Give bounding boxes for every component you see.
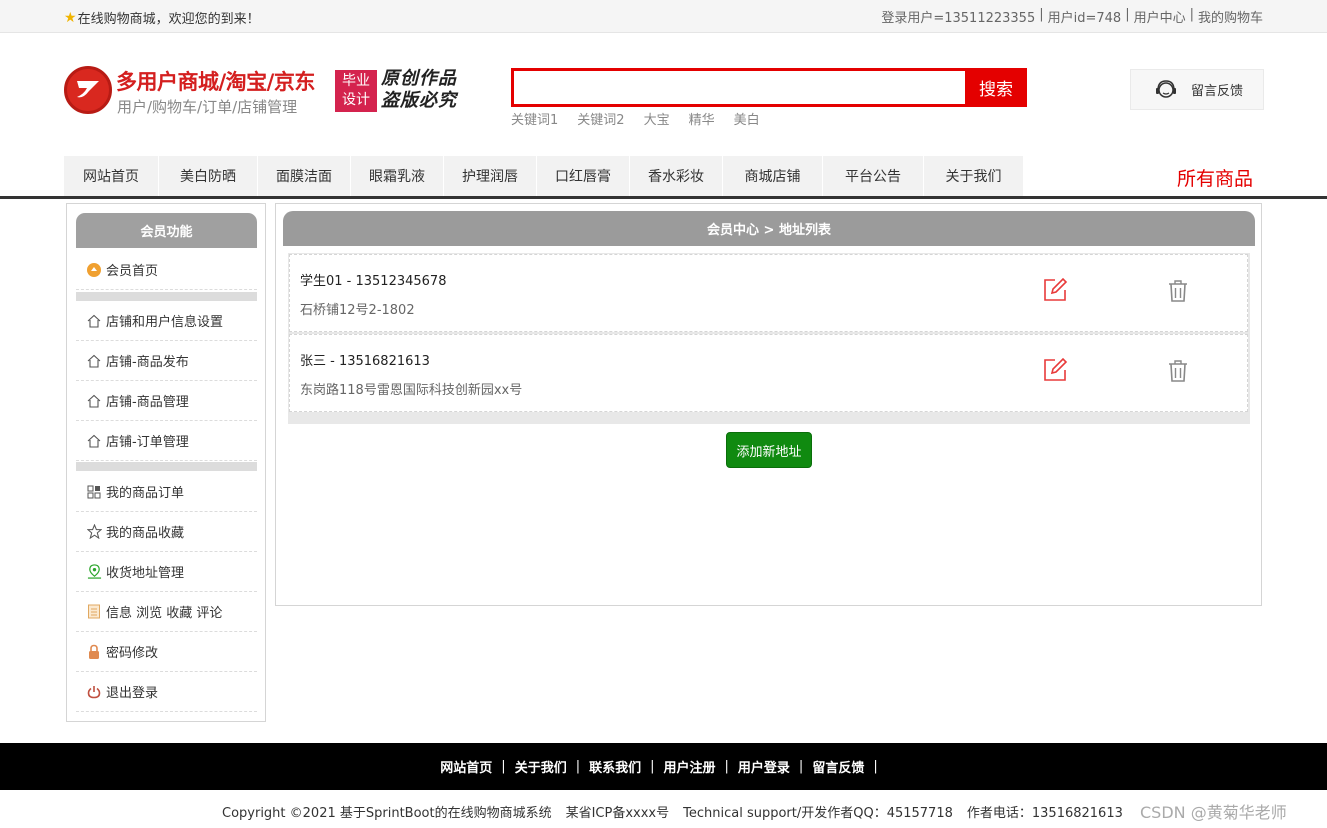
keyword-link[interactable]: 美白 bbox=[734, 109, 760, 128]
lock-icon bbox=[86, 644, 102, 660]
power-icon bbox=[86, 684, 102, 700]
sidebar-item-change-password[interactable]: 密码修改 bbox=[76, 632, 257, 672]
customer-service-icon bbox=[1156, 79, 1176, 98]
nav-perfume[interactable]: 香水彩妆 bbox=[630, 156, 723, 196]
home-outline-icon bbox=[86, 393, 102, 409]
sidebar-item-member-home[interactable]: 会员首页 bbox=[76, 250, 257, 290]
sidebar-item-my-orders[interactable]: 我的商品订单 bbox=[76, 472, 257, 512]
delete-icon[interactable] bbox=[1167, 279, 1189, 303]
nav-about[interactable]: 关于我们 bbox=[924, 156, 1024, 196]
sidebar-title: 会员功能 bbox=[76, 213, 257, 248]
nav-lipstick[interactable]: 口红唇膏 bbox=[537, 156, 630, 196]
home-outline-icon bbox=[86, 433, 102, 449]
feedback-button[interactable]: 留言反馈 bbox=[1130, 69, 1264, 110]
nav-home[interactable]: 网站首页 bbox=[64, 156, 159, 196]
sidebar-item-address-manage[interactable]: 收货地址管理 bbox=[76, 552, 257, 592]
member-home-icon bbox=[86, 262, 102, 278]
login-user-link[interactable]: 登录用户=13511223355 bbox=[881, 7, 1035, 26]
location-icon bbox=[86, 564, 102, 580]
sidebar-item-manage-goods[interactable]: 店铺-商品管理 bbox=[76, 381, 257, 421]
search-box bbox=[511, 68, 965, 107]
user-center-link[interactable]: 用户中心 bbox=[1134, 7, 1186, 26]
sidebar-item-logout[interactable]: 退出登录 bbox=[76, 672, 257, 712]
address-detail: 石桥铺12号2-1802 bbox=[300, 303, 415, 318]
footer-link-register[interactable]: 用户注册 bbox=[664, 757, 716, 776]
welcome-text: ★ 在线购物商城，欢迎您的到来！ bbox=[64, 9, 260, 28]
sidebar-item-manage-orders[interactable]: 店铺-订单管理 bbox=[76, 421, 257, 461]
footer-link-about[interactable]: 关于我们 bbox=[515, 757, 567, 776]
hot-keywords: 关键词1 关键词2 大宝 精华 美白 bbox=[511, 109, 760, 128]
csdn-watermark: CSDN @黄菊华老师 bbox=[1140, 803, 1287, 822]
original-work-calligraphy: 原创作品 盗版必究 bbox=[381, 68, 457, 111]
logo-icon[interactable] bbox=[64, 66, 112, 114]
star-icon bbox=[86, 524, 102, 540]
footer-link-login[interactable]: 用户登录 bbox=[738, 757, 790, 776]
footer-link-feedback[interactable]: 留言反馈 bbox=[812, 757, 864, 776]
search-input[interactable] bbox=[514, 71, 965, 104]
search-button[interactable]: 搜索 bbox=[965, 68, 1027, 107]
home-outline-icon bbox=[86, 313, 102, 329]
top-links: 登录用户=13511223355 | 用户id=748 | 用户中心 | 我的购物车 bbox=[881, 7, 1263, 26]
site-title[interactable]: 多用户商城/淘宝/京东 bbox=[116, 66, 315, 96]
keyword-link[interactable]: 关键词2 bbox=[577, 109, 624, 128]
keyword-link[interactable]: 精华 bbox=[689, 109, 715, 128]
sidebar-divider bbox=[76, 462, 257, 471]
address-contact: 学生01 - 13512345678 bbox=[300, 274, 447, 289]
footer-link-contact[interactable]: 联系我们 bbox=[589, 757, 641, 776]
add-address-button[interactable]: 添加新地址 bbox=[726, 432, 812, 468]
nav-mask[interactable]: 面膜洁面 bbox=[258, 156, 351, 196]
panel-title: 会员中心 > 地址列表 bbox=[283, 211, 1255, 246]
edit-icon[interactable] bbox=[1042, 277, 1068, 303]
sidebar-item-info-comments[interactable]: 信息 浏览 收藏 评论 bbox=[76, 592, 257, 632]
user-id-link[interactable]: 用户id=748 bbox=[1048, 7, 1122, 26]
address-list: 学生01 - 13512345678 石桥铺12号2-1802 张三 - 135… bbox=[288, 253, 1250, 424]
all-goods-link[interactable]: 所有商品 bbox=[1177, 164, 1253, 191]
top-bar: ★ 在线购物商城，欢迎您的到来！ 登录用户=13511223355 | 用户id=… bbox=[0, 0, 1327, 33]
delete-icon[interactable] bbox=[1167, 359, 1189, 383]
nav-divider bbox=[0, 196, 1327, 199]
address-panel: 会员中心 > 地址列表 学生01 - 13512345678 石桥铺12号2-1… bbox=[275, 203, 1262, 606]
site-subtitle: 用户/购物车/订单/店铺管理 bbox=[117, 98, 298, 116]
nav-whitening[interactable]: 美白防晒 bbox=[159, 156, 258, 196]
my-cart-link[interactable]: 我的购物车 bbox=[1198, 7, 1263, 26]
sidebar-item-publish-goods[interactable]: 店铺-商品发布 bbox=[76, 341, 257, 381]
nav-eye-cream[interactable]: 眼霜乳液 bbox=[351, 156, 444, 196]
list-item: 学生01 - 13512345678 石桥铺12号2-1802 bbox=[289, 254, 1248, 332]
nav-shops[interactable]: 商城店铺 bbox=[723, 156, 823, 196]
copyright-text: Copyright ©2021 基于SprintBoot的在线购物商城系统 某省… bbox=[222, 806, 1123, 821]
grid-icon bbox=[86, 484, 102, 500]
edit-icon[interactable] bbox=[1042, 357, 1068, 383]
keyword-link[interactable]: 大宝 bbox=[644, 109, 670, 128]
footer-link-home[interactable]: 网站首页 bbox=[440, 757, 492, 776]
footer-links: 网站首页 | 关于我们 | 联系我们 | 用户注册 | 用户登录 | 留言反馈 | bbox=[0, 743, 1327, 790]
keyword-link[interactable]: 关键词1 bbox=[511, 109, 558, 128]
document-icon bbox=[86, 604, 102, 620]
sidebar-divider bbox=[76, 292, 257, 301]
home-outline-icon bbox=[86, 353, 102, 369]
nav-announcement[interactable]: 平台公告 bbox=[823, 156, 924, 196]
graduation-stamp: 毕业 设计 bbox=[335, 70, 377, 112]
sidebar-item-shop-settings[interactable]: 店铺和用户信息设置 bbox=[76, 301, 257, 341]
list-item: 张三 - 13516821613 东岗路118号雷恩国际科技创新园xx号 bbox=[289, 334, 1248, 412]
member-sidebar: 会员功能 会员首页 店铺和用户信息设置 店铺-商品发布 店铺-商品管理 店铺-订… bbox=[66, 203, 266, 722]
main-nav: 网站首页 美白防晒 面膜洁面 眼霜乳液 护理润唇 口红唇膏 香水彩妆 商城店铺 … bbox=[64, 156, 1024, 196]
nav-lip-care[interactable]: 护理润唇 bbox=[444, 156, 537, 196]
address-detail: 东岗路118号雷恩国际科技创新园xx号 bbox=[300, 383, 523, 398]
address-contact: 张三 - 13516821613 bbox=[300, 354, 430, 369]
sidebar-item-my-favorites[interactable]: 我的商品收藏 bbox=[76, 512, 257, 552]
star-icon: ★ bbox=[64, 9, 77, 26]
